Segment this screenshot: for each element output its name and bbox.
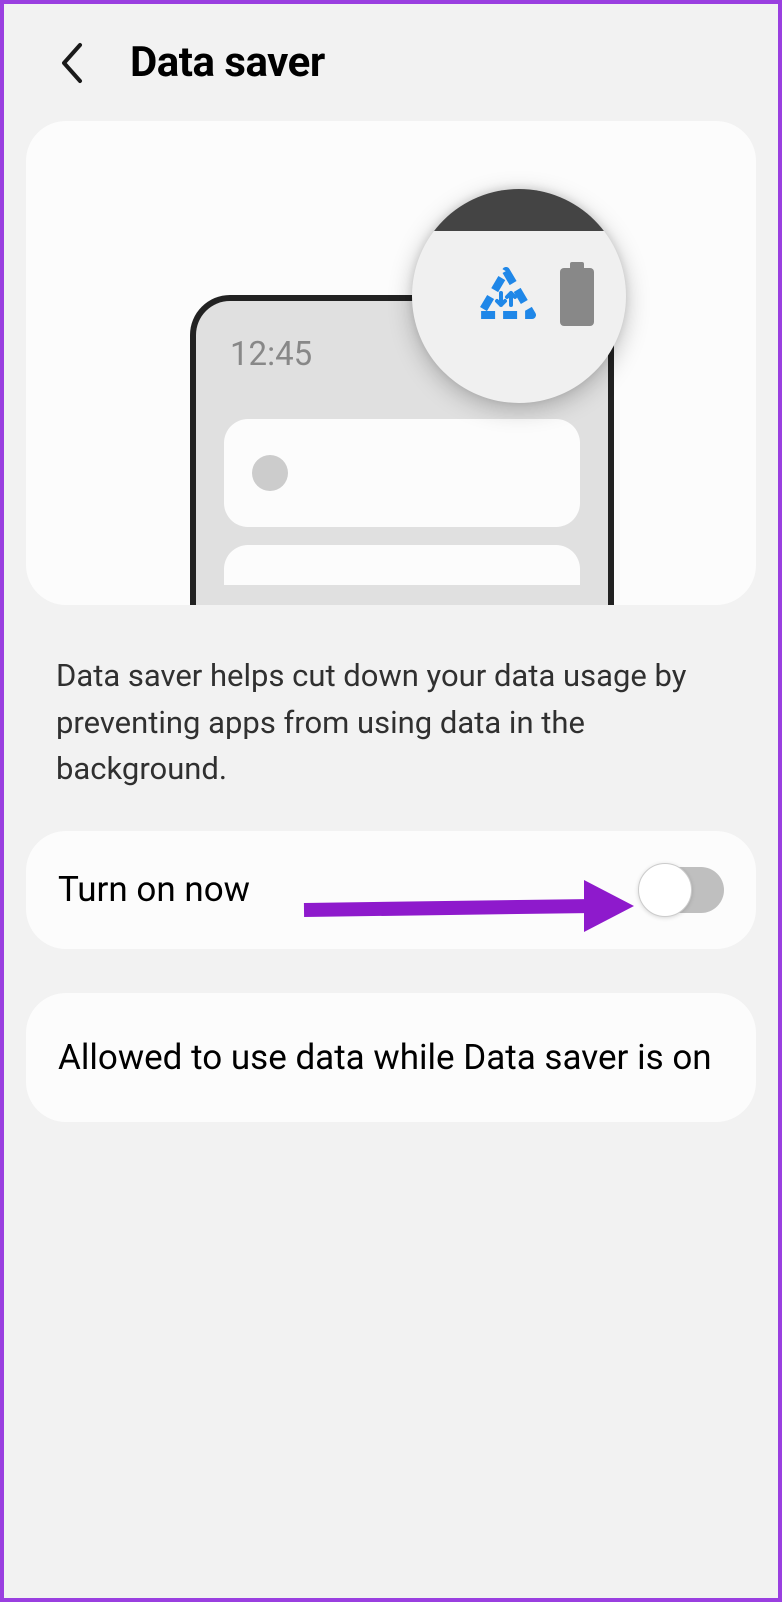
turn-on-now-switch[interactable]: [640, 867, 724, 913]
zoom-status-bar: [412, 189, 626, 231]
toggle-label: Turn on now: [58, 869, 250, 910]
allowed-apps-row[interactable]: Allowed to use data while Data saver is …: [26, 993, 756, 1122]
phone-time: 12:45: [230, 335, 312, 374]
switch-knob: [638, 863, 692, 917]
allowed-apps-label: Allowed to use data while Data saver is …: [58, 1033, 724, 1082]
data-saver-icon: [474, 267, 538, 327]
description-text: Data saver helps cut down your data usag…: [4, 605, 778, 823]
zoom-magnifier: [412, 189, 626, 403]
illustration-card: 12:45: [26, 121, 756, 605]
chevron-left-icon: [58, 41, 86, 85]
page-header: Data saver: [4, 4, 778, 121]
battery-icon: [560, 268, 594, 326]
phone-notification-row: [224, 419, 580, 527]
page-title: Data saver: [130, 38, 325, 87]
notification-dot-icon: [252, 455, 288, 491]
phone-notification-row: [224, 545, 580, 585]
turn-on-now-row[interactable]: Turn on now: [26, 831, 756, 949]
back-button[interactable]: [58, 41, 86, 85]
